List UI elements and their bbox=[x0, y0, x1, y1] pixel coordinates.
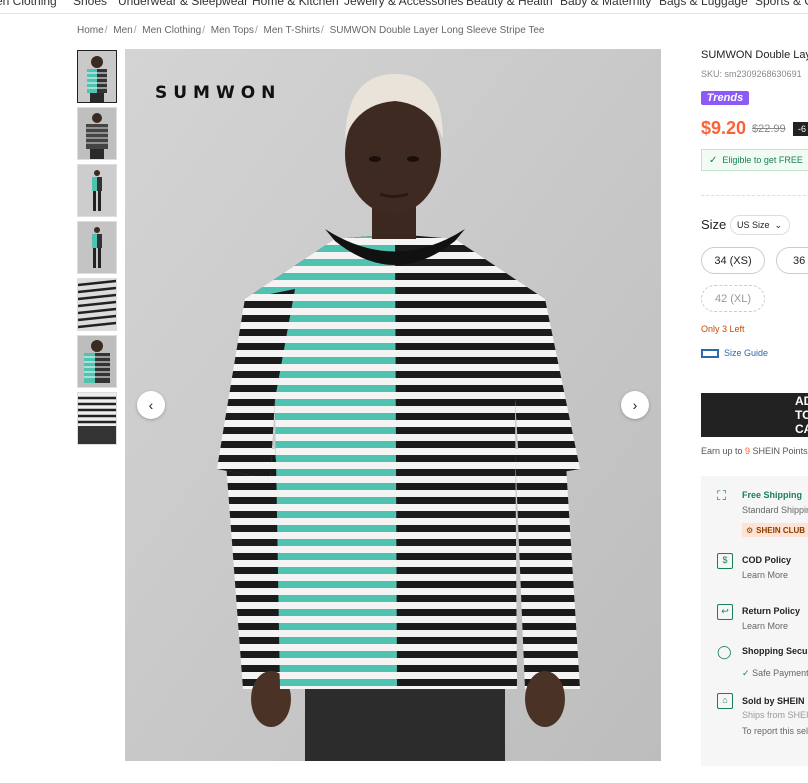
product-info-panel: SUMWON Double Layer Long Sleeve Stripe T… bbox=[701, 0, 808, 783]
thumbnail-7[interactable] bbox=[77, 392, 117, 445]
stock-note: Only 3 Left bbox=[701, 324, 745, 334]
size-system-select[interactable]: US Size ⌄ bbox=[730, 215, 790, 235]
return-title[interactable]: Return Policy bbox=[742, 606, 800, 616]
next-image-button[interactable]: › bbox=[621, 391, 649, 419]
add-to-cart-button[interactable]: ADD TO CART bbox=[701, 393, 808, 437]
thumbnail-5[interactable] bbox=[77, 278, 117, 331]
model-photo bbox=[125, 49, 661, 761]
chevron-left-icon: ‹ bbox=[148, 397, 154, 413]
points-note: Earn up to 9 SHEIN Points bbox=[701, 446, 808, 456]
size-option-xs[interactable]: 34 (XS) bbox=[701, 247, 765, 274]
truck-icon: ⛶ bbox=[717, 488, 727, 503]
sold-sub: Ships from SHEIN bbox=[742, 710, 808, 720]
chevron-down-icon: ⌄ bbox=[774, 219, 783, 230]
breadcrumb-men-tops[interactable]: Men Tops bbox=[211, 25, 254, 36]
shield-icon: ◯ bbox=[717, 644, 732, 659]
brand-watermark: SUMWON bbox=[155, 83, 282, 103]
main-product-image: SUMWON ‹ › bbox=[125, 49, 661, 761]
return-learn-more[interactable]: Learn More bbox=[742, 621, 788, 631]
size-label: Size bbox=[701, 217, 727, 232]
breadcrumb-home[interactable]: Home bbox=[77, 25, 104, 36]
thumbnail-4[interactable] bbox=[77, 221, 117, 274]
service-info-box: ⛶ Free Shipping Standard Shipping ⚙ SHEI… bbox=[701, 476, 808, 766]
original-price: $22.99 bbox=[752, 123, 786, 135]
store-icon: ⌂ bbox=[717, 693, 733, 709]
nav-item[interactable]: Home & Kitchen bbox=[252, 0, 339, 8]
sold-title: Sold by SHEIN bbox=[742, 696, 805, 706]
nav-item[interactable]: Men Clothing bbox=[0, 0, 57, 8]
prev-image-button[interactable]: ‹ bbox=[137, 391, 165, 419]
breadcrumb: Home/ Men/ Men Clothing/ Men Tops/ Men T… bbox=[77, 25, 545, 36]
product-sku: SKU: sm2309268630691 bbox=[701, 69, 802, 79]
cod-title[interactable]: COD Policy bbox=[742, 555, 791, 565]
shein-club-badge[interactable]: ⚙ SHEIN CLUB bbox=[742, 523, 808, 537]
free-shipping-eligible: ✓ Eligible to get FREE bbox=[701, 149, 808, 171]
ruler-icon bbox=[701, 348, 719, 358]
report-seller[interactable]: To report this seller bbox=[742, 726, 808, 736]
size-option-xl[interactable]: 42 (XL) bbox=[701, 285, 765, 312]
chevron-right-icon: › bbox=[632, 397, 638, 413]
breadcrumb-men-tshirts[interactable]: Men T-Shirts bbox=[264, 25, 321, 36]
nav-item[interactable]: Beauty & Health bbox=[466, 0, 553, 8]
breadcrumb-men-clothing[interactable]: Men Clothing bbox=[142, 25, 201, 36]
nav-item[interactable]: Baby & Maternity bbox=[560, 0, 651, 8]
cod-icon: $ bbox=[717, 553, 733, 569]
thumbnail-3[interactable] bbox=[77, 164, 117, 217]
check-icon: ✓ bbox=[709, 154, 718, 166]
cod-learn-more[interactable]: Learn More bbox=[742, 570, 788, 580]
thumbnail-2[interactable] bbox=[77, 107, 117, 160]
breadcrumb-men[interactable]: Men bbox=[113, 25, 132, 36]
top-nav: Men Clothing Shoes Underwear & Sleepwear… bbox=[0, 0, 808, 14]
size-option-s[interactable]: 36 (S) bbox=[776, 247, 808, 274]
divider bbox=[701, 195, 808, 196]
product-title: SUMWON Double Layer Long Sleeve Stripe T… bbox=[701, 49, 808, 61]
size-guide-link[interactable]: Size Guide bbox=[701, 348, 768, 358]
nav-item[interactable]: Shoes bbox=[73, 0, 107, 8]
shipping-sub: Standard Shipping bbox=[742, 505, 808, 515]
return-icon: ↩ bbox=[717, 604, 733, 620]
shipping-title[interactable]: Free Shipping bbox=[742, 490, 802, 500]
sale-price: $9.20 bbox=[701, 118, 747, 138]
trends-badge[interactable]: Trends bbox=[701, 91, 749, 105]
club-icon: ⚙ bbox=[746, 525, 754, 535]
thumbnail-6[interactable] bbox=[77, 335, 117, 388]
nav-item[interactable]: Underwear & Sleepwear bbox=[118, 0, 248, 8]
thumbnail-list bbox=[77, 50, 117, 449]
check-icon: ✓ bbox=[742, 668, 750, 678]
security-sub: ✓ Safe Payment bbox=[742, 668, 808, 678]
breadcrumb-current: SUMWON Double Layer Long Sleeve Stripe T… bbox=[329, 25, 545, 36]
nav-item[interactable]: Jewelry & Accessories bbox=[344, 0, 463, 8]
thumbnail-1[interactable] bbox=[77, 50, 117, 103]
discount-badge: -6 bbox=[793, 122, 808, 136]
security-title[interactable]: Shopping Security bbox=[742, 646, 808, 656]
